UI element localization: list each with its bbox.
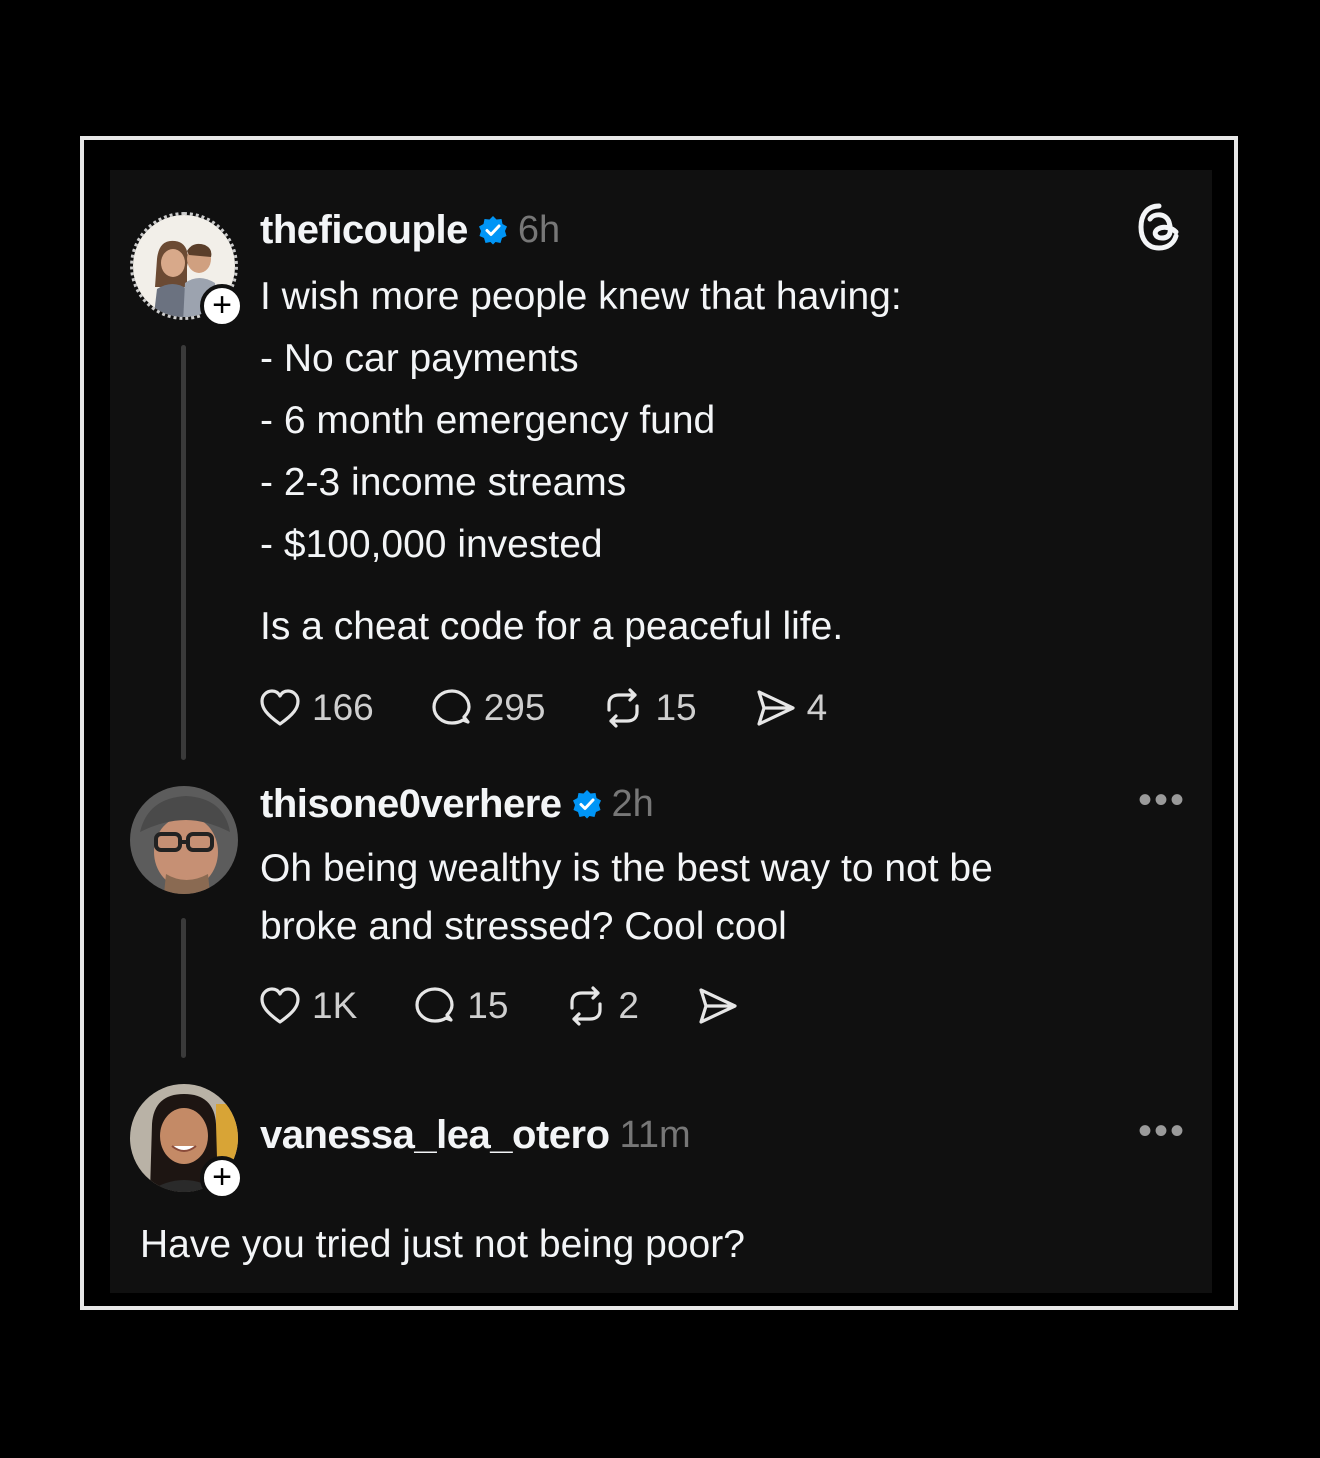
reply-button[interactable]: 295: [430, 686, 546, 730]
verified-badge-icon: [572, 790, 601, 819]
follow-plus-icon[interactable]: +: [200, 284, 244, 328]
share-button[interactable]: 4: [753, 686, 828, 730]
thread-line: [181, 345, 186, 760]
text-line: - 2-3 income streams: [260, 461, 627, 504]
text-line: broke and stressed? Cool cool: [260, 905, 787, 948]
heart-icon: [260, 987, 300, 1024]
post-text: I wish more people knew that having: - No…: [260, 266, 902, 658]
text-line: - No car payments: [260, 337, 579, 380]
repost-count: 15: [655, 687, 697, 728]
post-time: 6h: [517, 208, 561, 251]
repost-icon: [607, 688, 640, 728]
reply-button[interactable]: 15: [413, 984, 508, 1028]
post-time: 11m: [619, 1113, 691, 1156]
like-count: 1K: [312, 985, 358, 1026]
comment-icon: [432, 689, 471, 725]
post-actions: 166 295 15 4: [258, 683, 883, 733]
reply-count: 295: [483, 687, 546, 728]
text-line: Have you tried just not being poor?: [140, 1223, 745, 1266]
post-actions: 1K 15 2: [258, 981, 795, 1031]
more-options-icon[interactable]: •••: [1138, 780, 1186, 820]
username[interactable]: theficouple: [260, 208, 468, 253]
repost-button[interactable]: 2: [564, 984, 639, 1028]
username[interactable]: vanessa_lea_otero: [260, 1113, 610, 1158]
thread-line: [181, 918, 186, 1058]
share-count: 4: [806, 687, 828, 728]
post-text: Have you tried just not being poor?: [140, 1214, 745, 1276]
verified-badge-icon: [478, 216, 507, 245]
text-line: [260, 576, 902, 596]
text-line: Oh being wealthy is the best way to not …: [260, 847, 993, 890]
repost-count: 2: [618, 985, 639, 1026]
text-line: I wish more people knew that having:: [260, 275, 902, 318]
follow-plus-icon[interactable]: +: [200, 1156, 244, 1200]
text-line: Is a cheat code for a peaceful life.: [260, 605, 844, 648]
more-options-icon[interactable]: •••: [1138, 1111, 1186, 1151]
repost-button[interactable]: 15: [601, 686, 697, 730]
post-time: 2h: [611, 782, 654, 825]
like-button[interactable]: 166: [258, 686, 374, 730]
username[interactable]: thisone0verhere: [260, 782, 562, 827]
send-icon: [699, 988, 737, 1024]
repost-icon: [570, 986, 603, 1026]
text-line: - 6 month emergency fund: [260, 399, 716, 442]
like-button[interactable]: 1K: [258, 984, 357, 1028]
send-icon: [757, 690, 795, 726]
share-button[interactable]: [695, 984, 739, 1028]
post-header: thisone0verhere 2h: [260, 779, 654, 829]
post-text: Oh being wealthy is the best way to not …: [260, 840, 993, 956]
reply-count: 15: [467, 985, 509, 1026]
like-count: 166: [312, 687, 374, 728]
comment-icon: [415, 987, 454, 1023]
threads-logo-icon: [1138, 203, 1179, 251]
post-header: theficouple 6h: [260, 205, 560, 255]
heart-icon: [260, 689, 300, 726]
text-line: - $100,000 invested: [260, 523, 603, 566]
post-header: vanessa_lea_otero 11m: [260, 1110, 691, 1160]
avatar[interactable]: [130, 786, 238, 894]
